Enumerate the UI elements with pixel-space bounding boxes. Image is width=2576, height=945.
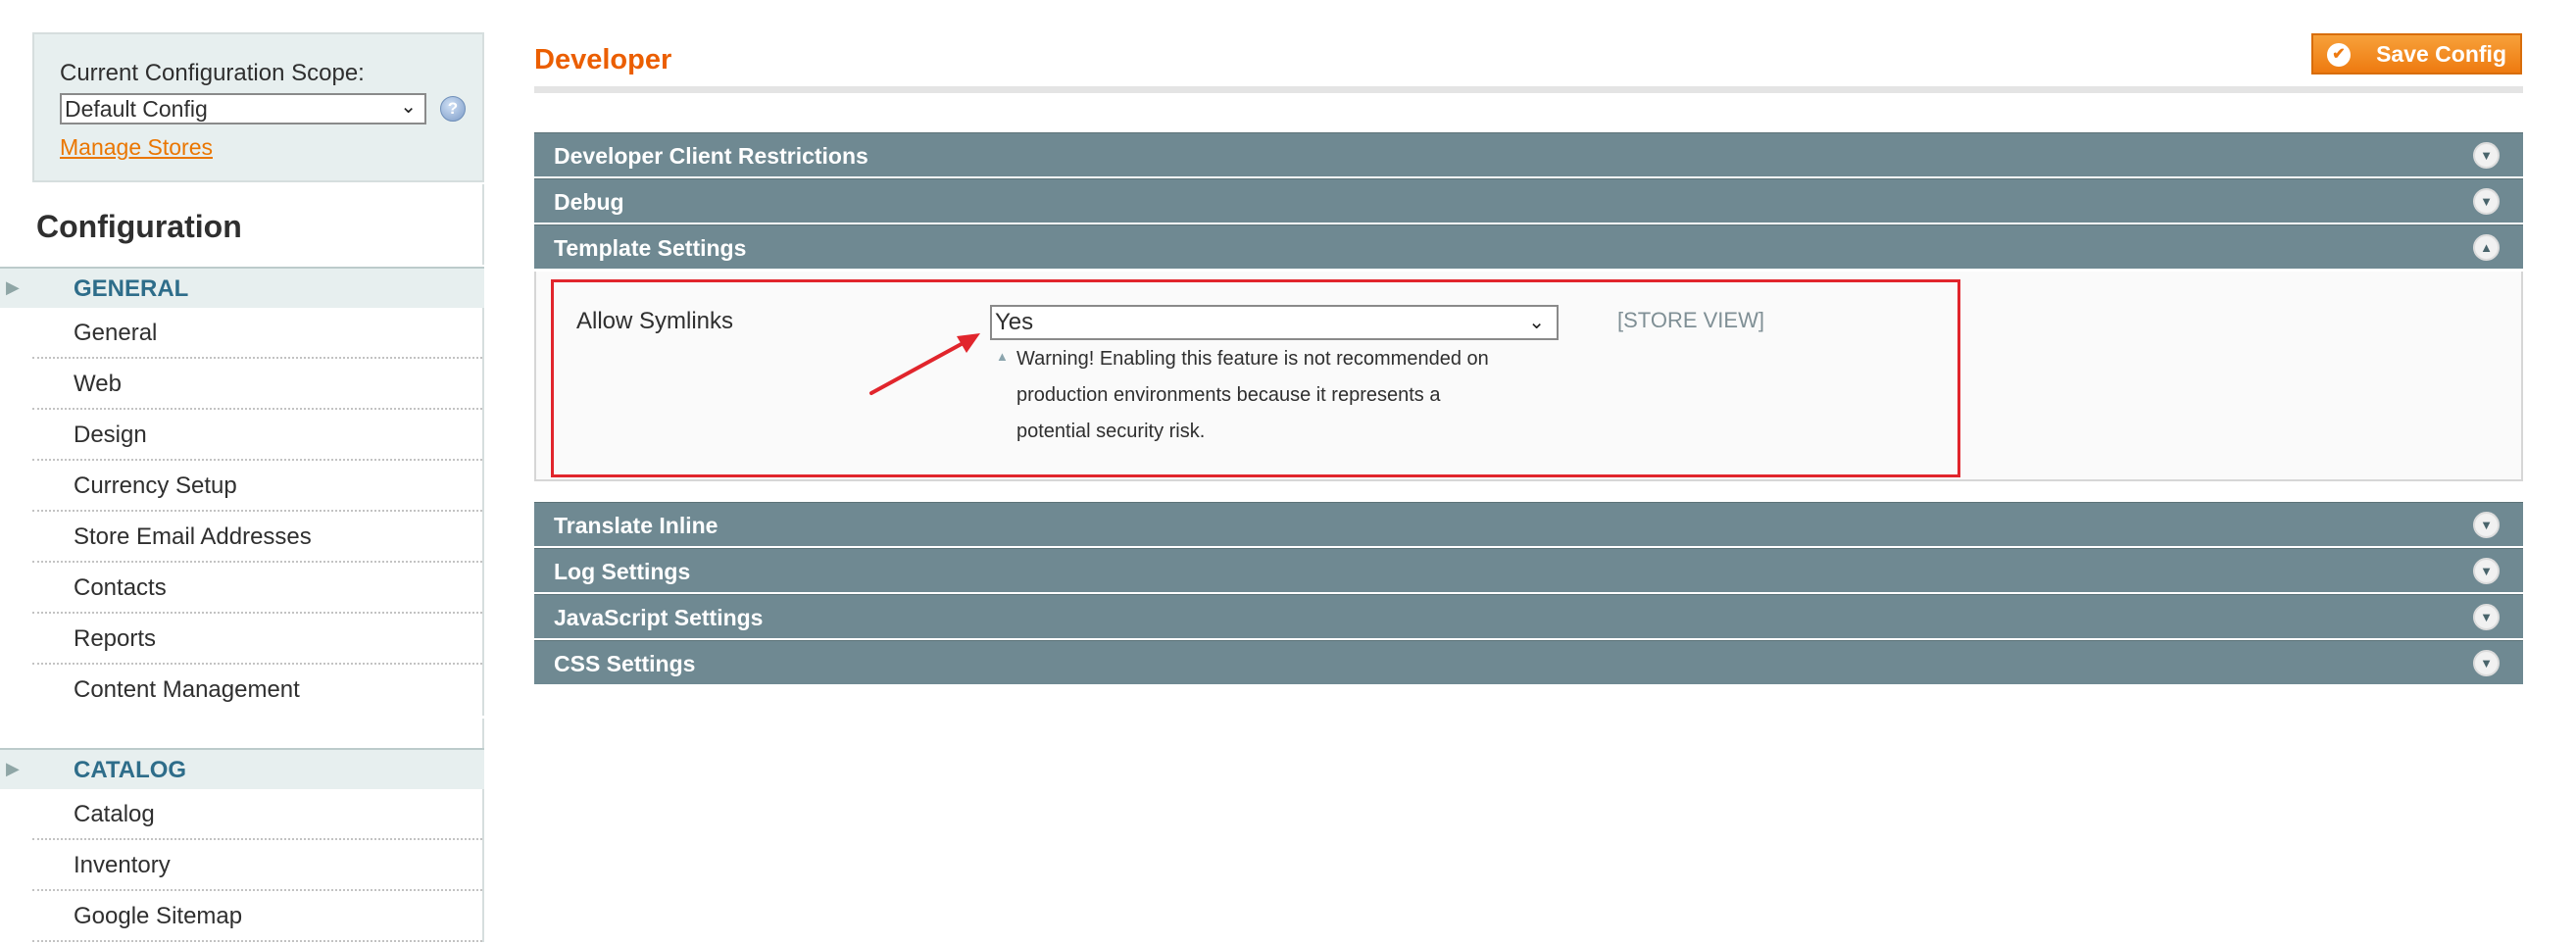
group-header-catalog[interactable]: ▶ CATALOG <box>0 748 484 789</box>
section-label: CSS Settings <box>554 651 696 676</box>
save-config-label: Save Config <box>2376 41 2506 67</box>
allow-symlinks-select[interactable]: Yes ⌄ <box>990 305 1559 340</box>
scope-switcher: Current Configuration Scope: Default Con… <box>32 32 484 182</box>
section-label: Log Settings <box>554 559 691 584</box>
warning-line: potential security risk. <box>1016 421 1206 442</box>
sidebar-item-catalog[interactable]: Catalog <box>32 789 482 840</box>
section-css-settings[interactable]: CSS Settings ▼ <box>534 640 2523 684</box>
check-icon: ✔ <box>2327 43 2351 67</box>
sidebar: Current Configuration Scope: Default Con… <box>0 0 484 945</box>
red-arrow-icon <box>869 333 980 395</box>
sidebar-item-currency-setup[interactable]: Currency Setup <box>32 461 482 512</box>
chevron-down-icon[interactable]: ▼ <box>2473 512 2500 538</box>
chevron-down-icon[interactable]: ▼ <box>2473 142 2500 169</box>
section-label: Template Settings <box>554 235 747 261</box>
scope-label: Current Configuration Scope: <box>60 60 365 86</box>
section-log-settings[interactable]: Log Settings ▼ <box>534 548 2523 592</box>
config-heading-text: Configuration <box>36 209 242 244</box>
chevron-down-icon[interactable]: ▼ <box>2473 188 2500 215</box>
manage-stores-link[interactable]: Manage Stores <box>60 134 213 161</box>
sidebar-item-contacts[interactable]: Contacts <box>32 563 482 614</box>
scope-tag: [STORE VIEW] <box>1617 308 1764 332</box>
scope-select-value: Default Config <box>65 96 208 122</box>
chevron-down-icon[interactable]: ▼ <box>2473 604 2500 630</box>
allow-symlinks-label: Allow Symlinks <box>576 308 734 334</box>
section-translate-inline[interactable]: Translate Inline ▼ <box>534 502 2523 546</box>
save-config-button[interactable]: ✔ Save Config <box>2311 33 2522 75</box>
page-title: Developer <box>534 44 672 75</box>
chevron-down-icon[interactable]: ▼ <box>2473 558 2500 584</box>
nav-list-catalog: Catalog Inventory Google Sitemap <box>32 789 484 942</box>
warning-line: production environments because it repre… <box>1016 384 1441 406</box>
group-label-catalog: CATALOG <box>74 757 187 783</box>
config-heading: Configuration <box>0 184 484 265</box>
help-icon[interactable]: ? <box>440 96 466 122</box>
section-label: Translate Inline <box>554 513 718 538</box>
warning-line: Warning! Enabling this feature is not re… <box>1016 348 1489 370</box>
group-label-general: GENERAL <box>74 275 189 302</box>
triangle-up-icon: ▲ <box>996 349 1009 364</box>
sidebar-item-store-email-addresses[interactable]: Store Email Addresses <box>32 512 482 563</box>
sidebar-item-google-sitemap[interactable]: Google Sitemap <box>32 891 482 942</box>
triangle-right-icon: ▶ <box>6 277 20 297</box>
sidebar-item-general[interactable]: General <box>32 308 482 359</box>
section-label: JavaScript Settings <box>554 605 764 630</box>
sidebar-item-inventory[interactable]: Inventory <box>32 840 482 891</box>
allow-symlinks-value: Yes <box>995 309 1034 335</box>
section-developer-client-restrictions[interactable]: Developer Client Restrictions ▼ <box>534 132 2523 176</box>
nav-list-general: General Web Design Currency Setup Store … <box>32 308 484 716</box>
section-template-settings[interactable]: Template Settings ▲ <box>534 224 2523 269</box>
section-label: Developer Client Restrictions <box>554 143 868 169</box>
chevron-down-icon: ⌄ <box>400 96 417 118</box>
section-debug[interactable]: Debug ▼ <box>534 178 2523 223</box>
section-label: Debug <box>554 189 624 215</box>
chevron-down-icon[interactable]: ▼ <box>2473 650 2500 676</box>
sidebar-item-reports[interactable]: Reports <box>32 614 482 665</box>
title-divider <box>534 86 2523 93</box>
group-header-general[interactable]: ▶ GENERAL <box>0 267 484 308</box>
chevron-up-icon[interactable]: ▲ <box>2473 234 2500 261</box>
nav-spacer <box>32 719 484 748</box>
warning-note: Warning! Enabling this feature is not re… <box>1016 341 1565 450</box>
sidebar-item-content-management[interactable]: Content Management <box>32 665 482 716</box>
sidebar-item-design[interactable]: Design <box>32 410 482 461</box>
section-javascript-settings[interactable]: JavaScript Settings ▼ <box>534 594 2523 638</box>
chevron-down-icon: ⌄ <box>1528 312 1545 333</box>
triangle-right-icon: ▶ <box>6 759 20 778</box>
scope-select[interactable]: Default Config ⌄ <box>60 93 426 124</box>
sidebar-item-web[interactable]: Web <box>32 359 482 410</box>
